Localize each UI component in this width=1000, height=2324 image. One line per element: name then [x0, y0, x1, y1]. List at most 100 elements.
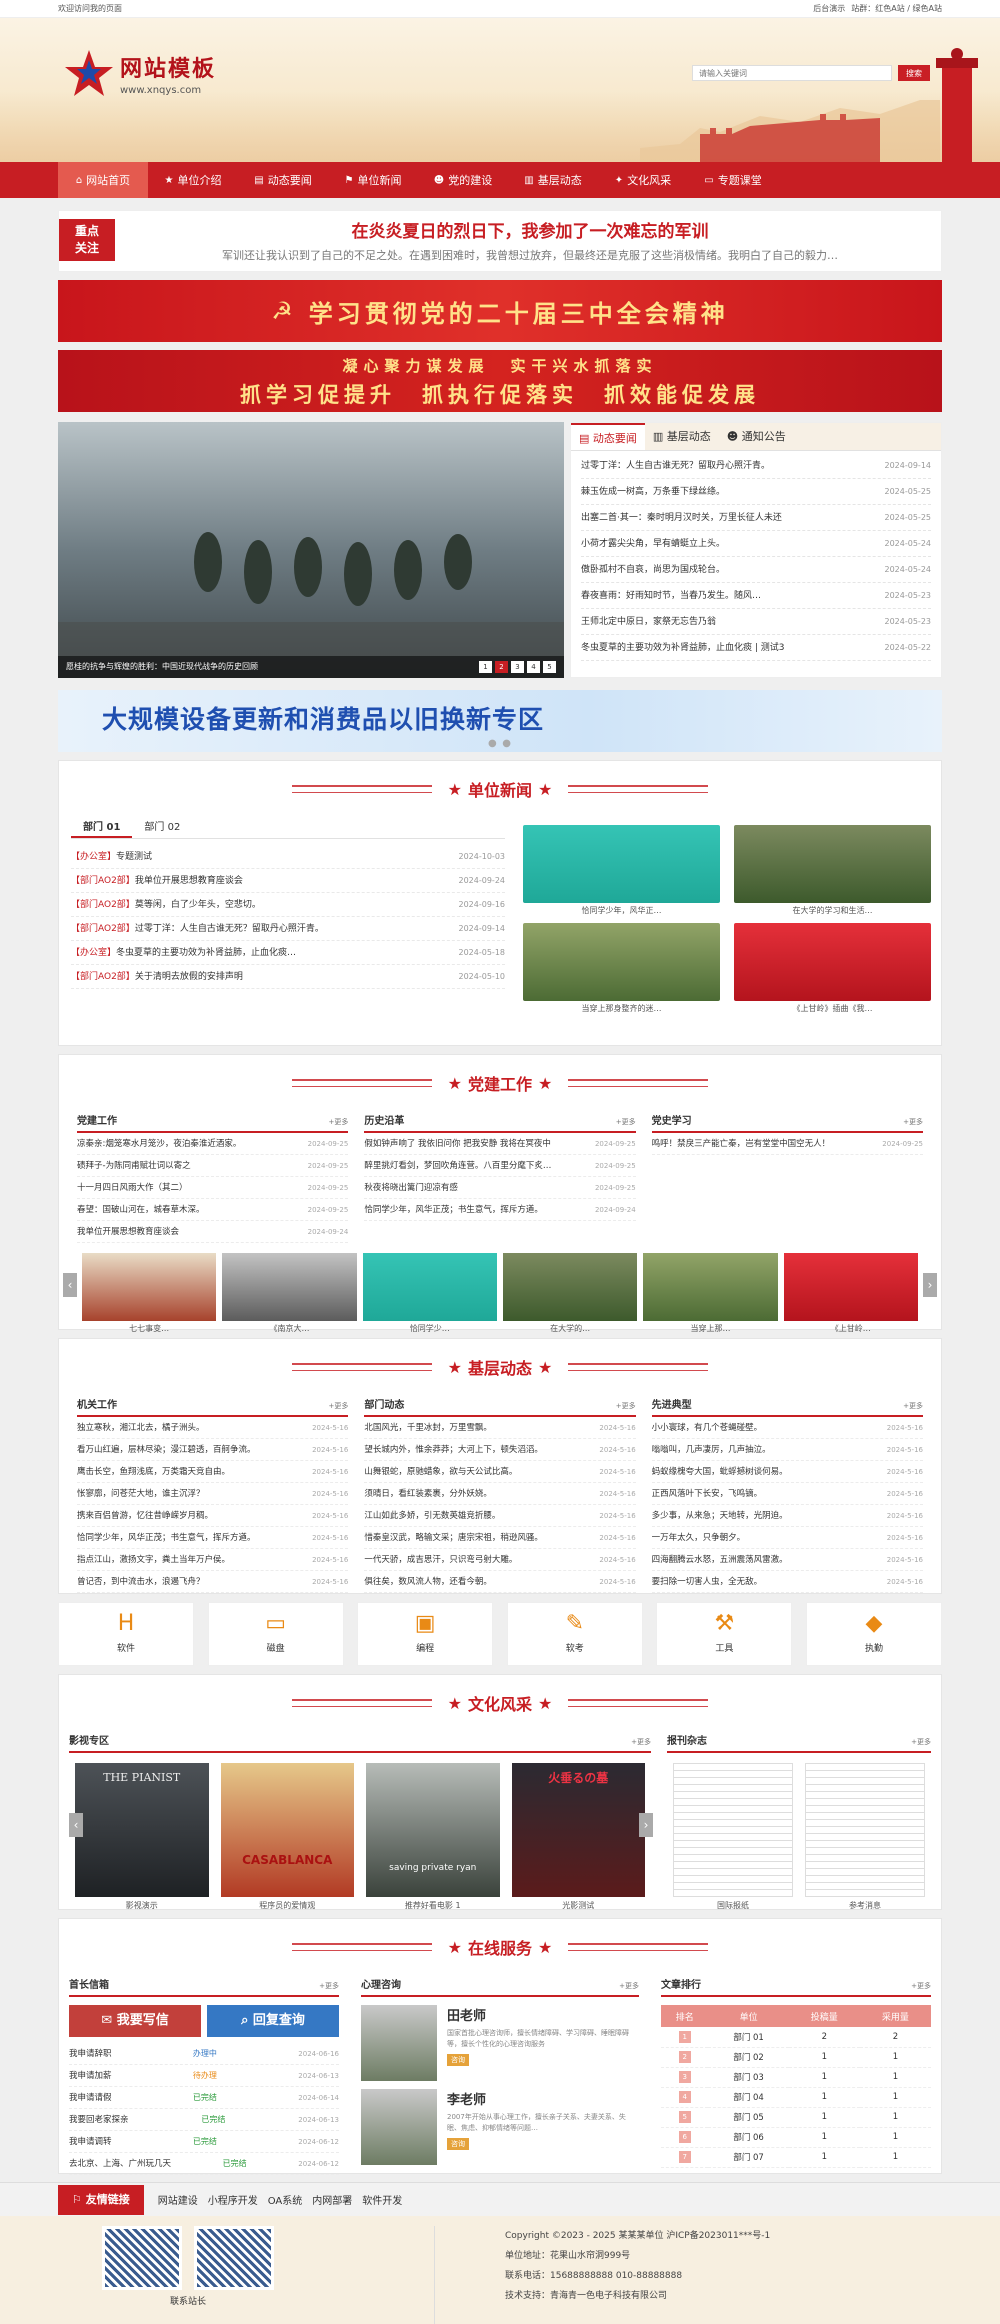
list-item[interactable]: 四海翻腾云水怒，五洲震荡风雷激。 2024-5-16 — [651, 1549, 923, 1571]
list-item[interactable]: 假如钟声响了 我依旧问你 把我安静 我将在冥夜中 2024-09-25 — [364, 1133, 636, 1155]
news-title[interactable]: 专题测试 — [116, 852, 152, 862]
item-title[interactable]: 一代天骄，成吉思汗，只识弯弓射大雕。 — [364, 1549, 517, 1570]
item-title[interactable]: 惜秦皇汉武，略输文采；唐宗宋祖，稍逊风骚。 — [364, 1527, 543, 1548]
item-title[interactable]: 要扫除一切害人虫，全无敌。 — [652, 1571, 763, 1592]
tab-dynamic-news[interactable]: ▤ 动态要闻 — [571, 423, 645, 450]
news-item[interactable]: 小荷才露尖尖角，早有蜻蜓立上头。 2024-05-24 — [581, 531, 931, 557]
news-title[interactable]: 关于清明去放假的安排声明 — [135, 972, 243, 982]
tab-dept-01[interactable]: 部门 01 — [71, 817, 133, 838]
letter-title[interactable]: 我要回老家探亲 — [69, 2109, 129, 2130]
list-item[interactable]: 江山如此多娇，引无数英雄竞折腰。 2024-5-16 — [364, 1505, 636, 1527]
table-row[interactable]: 6 部门 06 1 1 — [661, 2127, 931, 2148]
list-item[interactable]: 俱往矣，数风流人物，还看今朝。 2024-5-16 — [364, 1571, 636, 1593]
list-item[interactable]: 山舞银蛇，原驰蜡象，欲与天公试比高。 2024-5-16 — [364, 1461, 636, 1483]
letter-item[interactable]: 我申请请假 已完结 2024-06-14 — [69, 2087, 339, 2109]
newspaper-thumb[interactable]: 国际报纸 — [673, 1763, 793, 1915]
list-item[interactable]: 凉秦亲:烟笼寒水月笼沙，夜泊秦淮近酒家。 2024-09-25 — [77, 1133, 349, 1155]
write-letter-button[interactable]: ✉ 我要写信 — [69, 2005, 201, 2037]
quick-link-3[interactable]: ✎ 软考 — [506, 1602, 643, 1666]
item-title[interactable]: 看万山红遍，层林尽染；漫江碧透，百舸争流。 — [77, 1439, 256, 1460]
more-link[interactable]: +更多 — [328, 1111, 348, 1131]
list-item[interactable]: 嗡嗡叫，几声凄厉，几声抽泣。 2024-5-16 — [651, 1439, 923, 1461]
news-item[interactable]: 出塞二首·其一：秦时明月汉时关，万里长征人未还 2024-05-25 — [581, 505, 931, 531]
list-item[interactable]: 指点江山，激扬文字，粪土当年万户侯。 2024-5-16 — [77, 1549, 349, 1571]
consult-button[interactable]: 咨询 — [447, 2054, 469, 2066]
list-item[interactable]: 【部门AO2部】过零丁洋：人生自古谁无死？留取丹心照汗青。 2024-09-14 — [71, 917, 505, 941]
nav-culture[interactable]: ✦ 文化风采 — [598, 162, 688, 198]
nav-course[interactable]: ▭ 专题课堂 — [688, 162, 778, 198]
news-title[interactable]: 王师北定中原日，家祭无忘告乃翁 — [581, 609, 716, 634]
news-item[interactable]: 王师北定中原日，家祭无忘告乃翁 2024-05-23 — [581, 609, 931, 635]
teacher-card[interactable]: 李老师 2007年开始从事心理工作，擅长亲子关系、夫妻关系、失眠、焦虑、抑郁情绪等… — [361, 2089, 639, 2165]
item-title[interactable]: 嗡嗡叫，几声凄厉，几声抽泣。 — [652, 1439, 771, 1460]
list-item[interactable]: 一万年太久，只争朝夕。 2024-5-16 — [651, 1527, 923, 1549]
news-image-card[interactable]: 恰同学少年，风华正… — [523, 825, 720, 919]
list-item[interactable]: 【部门AO2部】关于清明去放假的安排声明 2024-05-10 — [71, 965, 505, 989]
item-title[interactable]: 望长城内外，惟余莽莽；大河上下，顿失滔滔。 — [364, 1439, 543, 1460]
tab-grassroots[interactable]: ▥ 基层动态 — [645, 423, 719, 450]
item-title[interactable]: 恰同学少年，风华正茂；书生意气，挥斥方遒。 — [364, 1199, 543, 1220]
chevron-left-icon[interactable]: ‹ — [63, 1273, 77, 1297]
nav-party[interactable]: ☻ 党的建设 — [418, 162, 508, 198]
film-poster[interactable]: 火垂るの墓 光影测试 — [511, 1763, 645, 1915]
news-item[interactable]: 傲卧孤村不自哀，尚思为国戍轮台。 2024-05-24 — [581, 557, 931, 583]
item-title[interactable]: 指点江山，激扬文字，粪土当年万户侯。 — [77, 1549, 230, 1570]
list-item[interactable]: 独立寒秋，湘江北去，橘子洲头。 2024-5-16 — [77, 1417, 349, 1439]
slider-dot[interactable]: 2 — [495, 661, 508, 673]
headline-focus[interactable]: 重点 关注 在炎炎夏日的烈日下，我参加了一次难忘的军训 军训还让我认识到了自己的不… — [58, 210, 942, 272]
news-item[interactable]: 春夜喜雨：好雨知时节，当春乃发生。随风… 2024-05-23 — [581, 583, 931, 609]
item-title[interactable]: 秋夜将晓出篱门迎凉有感 — [364, 1177, 458, 1198]
banner-equipment[interactable]: 大规模设备更新和消费品以旧换新专区 ● ● — [58, 690, 942, 752]
more-link[interactable]: +更多 — [328, 1395, 348, 1415]
list-item[interactable]: 北国风光，千里冰封，万里雪飘。 2024-5-16 — [364, 1417, 636, 1439]
quick-link-0[interactable]: H 软件 — [58, 1602, 194, 1666]
list-item[interactable]: 看万山红遍，层林尽染；漫江碧透，百舸争流。 2024-5-16 — [77, 1439, 349, 1461]
list-item[interactable]: 我单位开展思想教育座谈会 2024-09-24 — [77, 1221, 349, 1243]
teacher-card[interactable]: 田老师 国家首批心理咨询师，擅长情绪障碍、学习障碍、睡眠障碍等，擅长个性化的心理咨… — [361, 2005, 639, 2081]
list-item[interactable]: 十一月四日风雨大作（其二） 2024-09-25 — [77, 1177, 349, 1199]
site-logo[interactable]: 网站模板 www.xnqys.com — [64, 48, 216, 98]
item-title[interactable]: 正西风落叶下长安，飞鸣镝。 — [652, 1483, 763, 1504]
news-title[interactable]: 过零丁洋：人生自古谁无死？留取丹心照汗青。 — [581, 453, 770, 478]
quick-link-1[interactable]: ▭ 磁盘 — [207, 1602, 344, 1666]
news-title[interactable]: 出塞二首·其一：秦时明月汉时关，万里长征人未还 — [581, 505, 782, 530]
nav-intro[interactable]: ★ 单位介绍 — [148, 162, 238, 198]
list-item[interactable]: 恰同学少年，风华正茂；书生意气，挥斥方遒。 2024-5-16 — [77, 1527, 349, 1549]
quick-link-5[interactable]: ◆ 执勤 — [805, 1602, 942, 1666]
news-item[interactable]: 冬虫夏草的主要功效为补肾益肺，止血化痰 | 测试3 2024-05-22 — [581, 635, 931, 661]
film-poster[interactable]: saving private ryan 推荐好看电影 1 — [366, 1763, 500, 1915]
letter-item[interactable]: 我要回老家探亲 已完结 2024-06-13 — [69, 2109, 339, 2131]
carousel-item[interactable]: 《上甘岭… — [783, 1253, 918, 1337]
list-item[interactable]: 鸣呼！禁戾三产能亡秦，岂有堂堂中国空无人！ 2024-09-25 — [651, 1133, 923, 1155]
item-title[interactable]: 鹰击长空，鱼翔浅底，万类霜天竞自由。 — [77, 1461, 230, 1482]
item-title[interactable]: 假如钟声响了 我依旧问你 把我安静 我将在冥夜中 — [364, 1133, 551, 1154]
item-title[interactable]: 独立寒秋，湘江北去，橘子洲头。 — [77, 1417, 205, 1438]
item-title[interactable]: 醉里挑灯看剑，梦回吹角连营。八百里分麾下炙… — [364, 1155, 551, 1176]
admin-link[interactable]: 后台演示 — [813, 4, 845, 13]
nav-news[interactable]: ▤ 动态要闻 — [238, 162, 328, 198]
news-title[interactable]: 莫等闲，白了少年头，空悲切。 — [135, 900, 261, 910]
list-item[interactable]: 【部门AO2部】我单位开展思想教育座谈会 2024-09-24 — [71, 869, 505, 893]
news-image-card[interactable]: 在大学的学习和生活… — [734, 825, 931, 919]
letter-item[interactable]: 我申请加薪 待办理 2024-06-13 — [69, 2065, 339, 2087]
tab-notice[interactable]: ☻ 通知公告 — [719, 423, 794, 450]
letter-title[interactable]: 我申请辞职 — [69, 2043, 112, 2064]
carousel-item[interactable]: 恰同学少… — [362, 1253, 497, 1337]
slider-dot[interactable]: 4 — [527, 661, 540, 673]
item-title[interactable]: 怅寥廓，问苍茫大地，谁主沉浮？ — [77, 1483, 205, 1504]
item-title[interactable]: 江山如此多娇，引无数英雄竞折腰。 — [364, 1505, 500, 1526]
chevron-right-icon[interactable]: › — [639, 1813, 653, 1837]
quick-link-2[interactable]: ▣ 编程 — [357, 1602, 494, 1666]
list-item[interactable]: 秋夜将晓出篱门迎凉有感 2024-09-25 — [364, 1177, 636, 1199]
slider-dot[interactable]: 3 — [511, 661, 524, 673]
nav-grassroots[interactable]: ▥ 基层动态 — [508, 162, 598, 198]
letter-title[interactable]: 我申请加薪 — [69, 2065, 112, 2086]
item-title[interactable]: 曾记否，到中流击水，浪遏飞舟？ — [77, 1571, 205, 1592]
focus-title[interactable]: 在炎炎夏日的烈日下，我参加了一次难忘的军训 — [119, 217, 941, 242]
item-title[interactable]: 春望：国破山河在，城春草木深。 — [77, 1199, 205, 1220]
news-item[interactable]: 棘玉佐成一树高，万条垂下绿丝绦。 2024-05-25 — [581, 479, 931, 505]
item-title[interactable]: 俱往矣，数风流人物，还看今朝。 — [364, 1571, 492, 1592]
banner-study[interactable]: ☭ 学习贯彻党的二十届三中全会精神 — [58, 280, 942, 342]
list-item[interactable]: 恰同学少年，风华正茂；书生意气，挥斥方遒。 2024-09-24 — [364, 1199, 636, 1221]
list-item[interactable]: 望长城内外，惟余莽莽；大河上下，顿失滔滔。 2024-5-16 — [364, 1439, 636, 1461]
